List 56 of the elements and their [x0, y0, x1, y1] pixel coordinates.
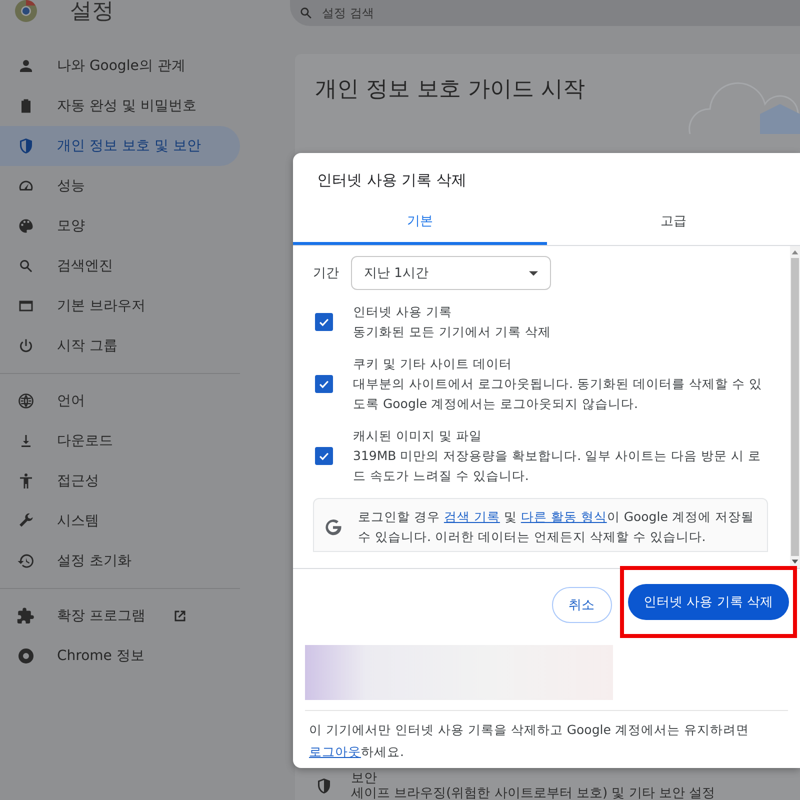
option-title: 인터넷 사용 기록	[353, 303, 453, 321]
sidebar-item[interactable]: Chrome 정보	[0, 636, 240, 676]
power-icon	[17, 337, 35, 355]
sidebar-item[interactable]: 시스템	[0, 501, 240, 541]
checkbox[interactable]	[315, 375, 333, 393]
history-icon	[17, 552, 35, 570]
option-description: 319MB 미만의 저장용량을 확보합니다. 일부 사이트는 다음 방문 시 로드 속도가 느려질 수 있습니다.	[353, 447, 762, 485]
sidebar-item[interactable]: 설정 초기화	[0, 541, 240, 581]
search-icon	[17, 257, 35, 275]
delete-history-button[interactable]: 인터넷 사용 기록 삭제	[628, 584, 789, 620]
sidebar-item[interactable]: 모양	[0, 206, 240, 246]
search-field[interactable]: 설정 검색	[290, 0, 800, 26]
sidebar-item[interactable]: 나와 Google의 관계	[0, 46, 240, 86]
option-title: 쿠키 및 기타 사이트 데이터	[353, 355, 513, 373]
scroll-down-arrow-icon[interactable]	[791, 559, 799, 565]
sidebar-item[interactable]: 다운로드	[0, 421, 240, 461]
accessibility-icon	[17, 472, 35, 490]
puzzle-icon	[17, 607, 35, 625]
option-description: 대부분의 사이트에서 로그아웃됩니다. 동기화된 데이터를 삭제할 수 있도록 Google 계정에서는 로그아웃되지 않습니다.	[353, 375, 763, 413]
sign-out-link[interactable]: 로그아웃	[309, 744, 361, 759]
sidebar-item[interactable]: 시작 그룹	[0, 326, 240, 366]
link[interactable]: 검색 기록	[444, 509, 500, 524]
sidebar-item[interactable]: 기본 브라우저	[0, 286, 240, 326]
security-description: 세이프 브라우징(위험한 사이트로부터 보호) 및 기타 보안 설정	[351, 786, 716, 800]
search-icon	[298, 5, 314, 21]
tab[interactable]: 기본	[293, 202, 546, 245]
checkbox[interactable]	[315, 313, 333, 331]
time-range-dropdown[interactable]: 지난 1시간	[351, 256, 551, 290]
person-icon	[17, 57, 35, 75]
shield-icon	[17, 137, 35, 155]
security-title: 보안	[351, 771, 378, 786]
sign-out-note: 이 기기에서만 인터넷 사용 기록을 삭제하고 Google 계정에서는 유지하려면 로그아웃하세요.	[309, 721, 750, 761]
card-title: 개인 정보 보호 가이드 시작	[315, 76, 585, 104]
sidebar-item[interactable]: 확장 프로그램	[0, 596, 240, 636]
sidebar-item[interactable]: 검색엔진	[0, 246, 240, 286]
link[interactable]: 다른 활동 형식	[520, 509, 607, 524]
scrollbar[interactable]	[790, 246, 800, 568]
tab[interactable]: 고급	[546, 202, 800, 245]
sidebar-item[interactable]: 개인 정보 보호 및 보안	[0, 126, 240, 166]
checkbox[interactable]	[315, 447, 333, 465]
caret-icon	[529, 270, 538, 276]
page-title: 설정	[70, 0, 114, 26]
sidebar-item[interactable]: 언어	[0, 381, 240, 421]
info-text: 로그인할 경우 검색 기록 및 다른 활동 형식 이 Google 계정에 저장될 수 있습니다. 이러한 데이터는 언제든지 삭제할 수 있습니다.	[358, 508, 755, 546]
sidebar-item[interactable]: 접근성	[0, 461, 240, 501]
shield-icon	[315, 777, 333, 795]
dialog-title: 인터넷 사용 기록 삭제	[316, 170, 468, 191]
scroll-up-arrow-icon[interactable]	[791, 249, 799, 255]
option-title: 캐시된 이미지 및 파일	[353, 427, 483, 445]
globe-icon	[17, 392, 35, 410]
sidebar-item[interactable]: 자동 완성 및 비밀번호	[0, 86, 240, 126]
cancel-button[interactable]: 취소	[552, 587, 612, 623]
palette-icon	[17, 217, 35, 235]
time-range-label: 기간	[313, 265, 339, 282]
option-description: 동기화된 모든 기기에서 기록 삭제	[353, 323, 551, 341]
sidebar-item[interactable]: 성능	[0, 166, 240, 206]
